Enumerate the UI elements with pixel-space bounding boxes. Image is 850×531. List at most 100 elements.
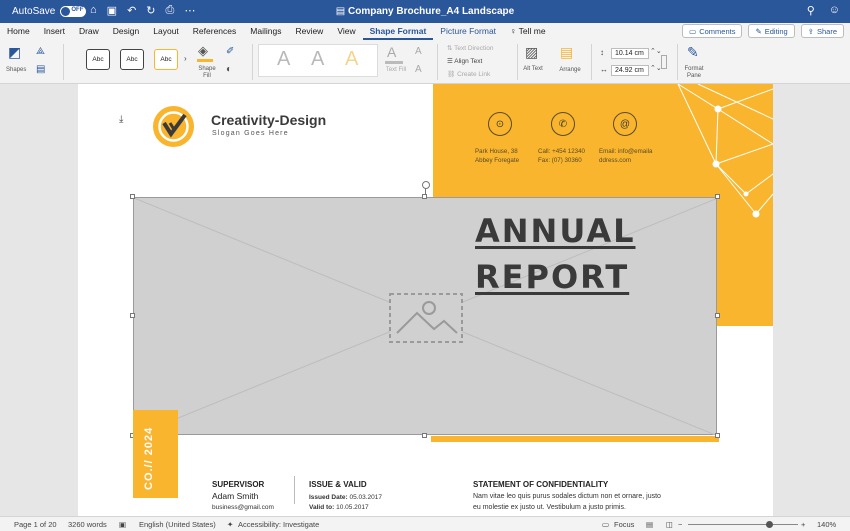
tab-review[interactable]: Review — [288, 23, 330, 40]
width-icon: ↔ — [600, 65, 608, 74]
height-field[interactable]: 10.14 cm — [611, 48, 649, 59]
tab-layout[interactable]: Layout — [146, 23, 186, 40]
resize-handle-r[interactable] — [715, 313, 720, 318]
web-layout-icon[interactable]: ◫ — [666, 520, 673, 529]
image-placeholder-icon — [389, 293, 463, 343]
brand-slogan: Slogan Goes Here — [212, 130, 289, 137]
document-icon: ▤ — [335, 6, 349, 17]
wordart-style-2[interactable]: A — [311, 48, 324, 71]
tab-shape-format[interactable]: Shape Format — [362, 23, 434, 40]
anchor-icon: ⤓ — [119, 114, 124, 125]
shape-style-3[interactable]: Abc — [154, 49, 178, 70]
shape-style-1[interactable]: Abc — [86, 49, 110, 70]
proofing-icon[interactable]: ▣ — [119, 520, 126, 529]
location-icon: ⊙ — [488, 112, 512, 136]
wordart-style-1[interactable]: A — [277, 48, 290, 71]
document-canvas: ⤓ Creativity-Design Slogan Goes Here ⊙ ✆… — [0, 84, 850, 516]
lightbulb-icon: ♀ — [510, 26, 519, 36]
create-link-button[interactable]: ⛓ Create Link — [447, 70, 490, 78]
shape-style-2[interactable]: Abc — [120, 49, 144, 70]
tab-design[interactable]: Design — [106, 23, 146, 40]
resize-handle-tr[interactable] — [715, 194, 720, 199]
rotate-handle[interactable] — [422, 181, 430, 189]
comments-button[interactable]: ▭ Comments — [682, 24, 743, 38]
alt-text-icon[interactable]: ▨ — [525, 44, 538, 61]
width-stepper[interactable]: ⌃⌄ — [650, 64, 662, 72]
ribbon: ◩ Shapes ⟁ ▤ Abc Abc Abc › ◈ Shape Fill … — [0, 40, 850, 84]
effects-icon[interactable]: ◐ — [226, 64, 232, 75]
tab-home[interactable]: Home — [0, 23, 37, 40]
shapes-icon[interactable]: ◩ — [8, 44, 21, 61]
arrange-label: Arrange — [559, 67, 581, 73]
chevron-right-icon[interactable]: › — [184, 54, 187, 63]
zoom-slider[interactable] — [688, 524, 798, 525]
text-fill-icon[interactable]: A — [387, 44, 396, 60]
resize-handle-b[interactable] — [422, 433, 427, 438]
tab-draw[interactable]: Draw — [72, 23, 106, 40]
zoom-in-icon[interactable]: + — [801, 520, 805, 529]
tab-view[interactable]: View — [330, 23, 362, 40]
resize-handle-l[interactable] — [130, 313, 135, 318]
focus-button[interactable]: Focus — [614, 520, 634, 529]
text-direction-button[interactable]: ⇅ Text Direction — [447, 44, 494, 52]
tab-tell-me[interactable]: ♀ Tell me — [503, 23, 553, 40]
lock-aspect-icon[interactable] — [661, 55, 667, 69]
search-icon[interactable]: ⚲ — [807, 4, 815, 17]
address-text: Park House, 38 Abbey Foregate — [475, 148, 520, 164]
print-layout-icon[interactable]: ▤ — [646, 520, 653, 529]
align-text-button[interactable]: ☰ Align Text — [447, 57, 482, 65]
word-count[interactable]: 3260 words — [68, 520, 107, 529]
text-fill-swatch — [385, 61, 403, 64]
ribbon-tabs: Home Insert Draw Design Layout Reference… — [0, 23, 850, 40]
editing-button[interactable]: ✎ Editing — [748, 24, 795, 38]
issued-date: Issued Date: 05.03.2017 — [309, 494, 383, 501]
title-bar: AutoSave OFF ⌂ ▣ ↶ ↻ ⎙ ⋯ ▤ Company Broch… — [0, 0, 850, 23]
zoom-out-icon[interactable]: − — [678, 520, 682, 529]
headline-annual: ANNUAL — [475, 212, 636, 250]
supervisor-name: Adam Smith — [212, 491, 259, 501]
resize-handle-br[interactable] — [715, 433, 720, 438]
share-button[interactable]: ⇪ Share — [800, 24, 844, 38]
email-text: Email: info@emaila ddress.com — [599, 148, 653, 164]
confidentiality-text-2: eu molestie ex justo ut. Vestibulum a ju… — [473, 504, 626, 511]
supervisor-heading: SUPERVISOR — [212, 480, 265, 489]
valid-date: Valid to: 10.05.2017 — [309, 504, 369, 511]
format-pane-icon[interactable]: ✎ — [687, 44, 699, 61]
zoom-level[interactable]: 140% — [817, 520, 836, 529]
text-effects-icon[interactable]: A — [415, 64, 422, 75]
text-fill-label: Text Fill — [385, 67, 407, 73]
pen-icon[interactable]: ✐ — [226, 46, 234, 57]
edit-shape-icon[interactable]: ⟁ — [36, 46, 45, 57]
tab-references[interactable]: References — [186, 23, 243, 40]
status-bar: Page 1 of 20 3260 words ▣ English (Unite… — [0, 516, 850, 531]
resize-handle-t[interactable] — [422, 194, 427, 199]
alt-text-label: Alt Text — [523, 66, 543, 72]
arrange-icon[interactable]: ▤ — [560, 44, 573, 61]
confidentiality-text-1: Nam vitae leo quis purus sodales dictum … — [473, 493, 661, 500]
textbox-icon[interactable]: ▤ — [36, 64, 45, 75]
page-count[interactable]: Page 1 of 20 — [14, 520, 57, 529]
paint-bucket-icon[interactable]: ◈ — [198, 43, 208, 59]
fill-color-swatch — [197, 59, 213, 62]
resize-handle-tl[interactable] — [130, 194, 135, 199]
report-headline: ANNUAL REPORT — [475, 208, 635, 300]
zoom-slider-handle[interactable] — [766, 521, 773, 528]
language[interactable]: English (United States) — [139, 520, 216, 529]
issue-heading: ISSUE & VALID — [309, 480, 367, 489]
height-stepper[interactable]: ⌃⌄ — [650, 47, 662, 55]
tab-mailings[interactable]: Mailings — [243, 23, 288, 40]
shapes-label: Shapes — [6, 67, 27, 73]
supervisor-email: business@gmail.com — [212, 504, 274, 511]
headline-report: REPORT — [475, 258, 630, 296]
logo — [153, 106, 194, 147]
confidentiality-heading: STATEMENT OF CONFIDENTIALITY — [473, 480, 609, 489]
share-icon: ⇪ — [807, 26, 814, 36]
text-outline-icon[interactable]: A — [415, 46, 422, 57]
account-icon[interactable]: ☺ — [829, 4, 840, 17]
tab-insert[interactable]: Insert — [37, 23, 72, 40]
wordart-style-3[interactable]: A — [345, 48, 358, 71]
tab-picture-format[interactable]: Picture Format — [433, 23, 503, 40]
focus-icon: ▭ — [602, 520, 610, 529]
width-field[interactable]: 24.92 cm — [611, 65, 649, 76]
accessibility-status[interactable]: Accessibility: Investigate — [238, 520, 319, 529]
